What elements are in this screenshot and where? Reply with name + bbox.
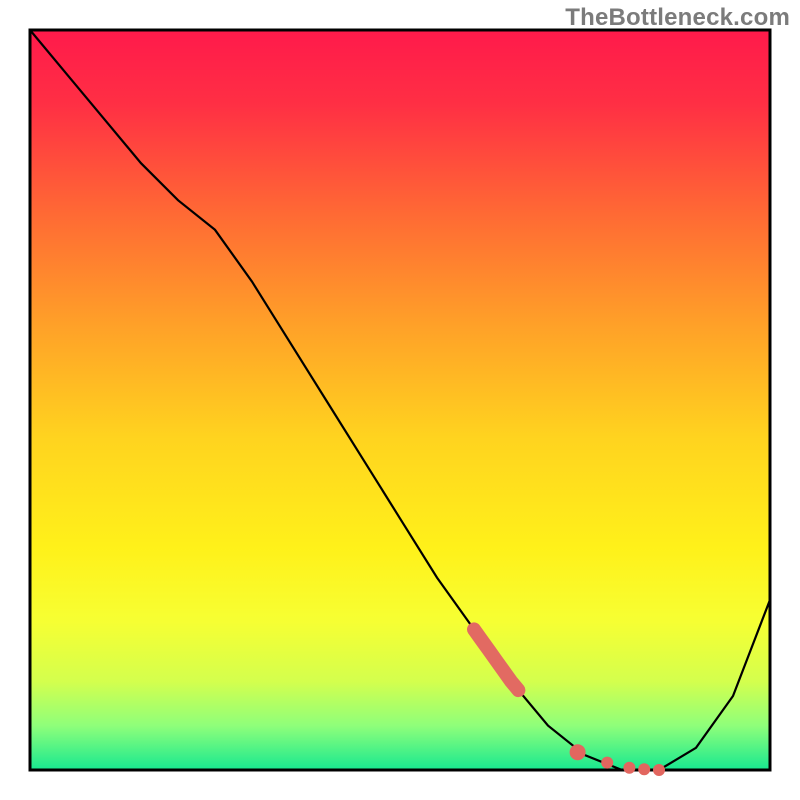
- chart-stage: TheBottleneck.com: [0, 0, 800, 800]
- bottleneck-chart: [0, 0, 800, 800]
- plot-background: [30, 30, 770, 770]
